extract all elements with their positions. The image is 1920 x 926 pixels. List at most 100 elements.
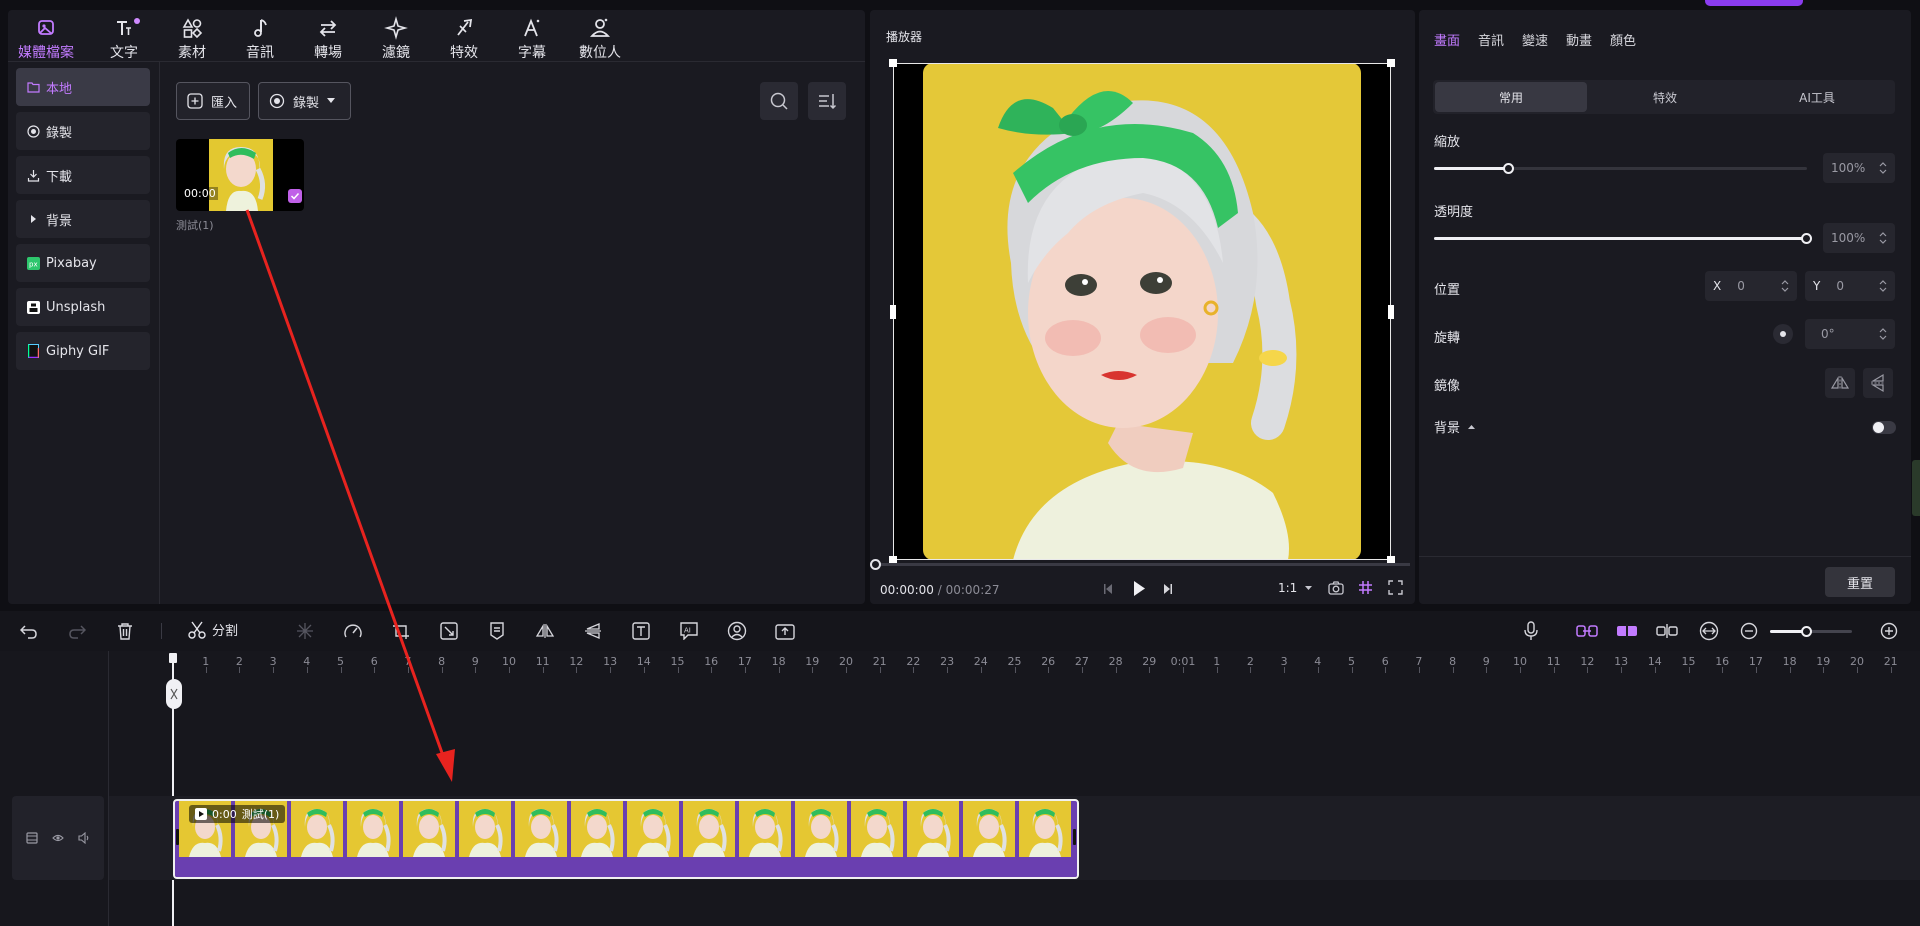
subtab-common[interactable]: 常用 [1435,82,1587,112]
opacity-input[interactable]: 100% [1823,223,1895,253]
upgrade-button[interactable] [1705,0,1803,6]
sidebar-item-unsplash[interactable]: Unsplash [16,288,150,326]
undo-button[interactable] [18,620,40,642]
sidebar-item-pixabay[interactable]: px Pixabay [16,244,150,282]
export-clip-button[interactable] [774,620,796,642]
split-button[interactable]: 分割 [188,620,238,639]
tab-speed[interactable]: 變速 [1522,30,1548,49]
tab-subtitle[interactable]: 字幕 [502,16,562,62]
fullscreen-button[interactable] [1388,580,1403,595]
prev-frame-button[interactable] [1102,582,1114,596]
tab-text[interactable]: 文字 [94,16,154,62]
background-section-header[interactable]: 背景 [1434,417,1476,436]
snapshot-button[interactable] [1328,581,1344,595]
aspect-ratio-dropdown[interactable]: 1:1 [1278,581,1313,595]
video-preview[interactable] [889,59,1395,564]
track-settings-button[interactable] [26,832,38,844]
rotation-input[interactable]: 0° [1805,319,1895,349]
scale-slider-knob[interactable] [1502,163,1514,174]
scale-input[interactable]: 100% [1823,153,1895,183]
resize-handle[interactable] [1387,59,1395,67]
next-frame-button[interactable] [1162,582,1174,596]
crop-button[interactable] [390,620,412,642]
add-text-button[interactable] [630,620,652,642]
sidebar-item-background[interactable]: 背景 [16,200,150,238]
tab-animation[interactable]: 動畫 [1566,30,1592,49]
flip-button[interactable] [582,620,604,642]
grid-toggle-button[interactable] [1358,580,1373,595]
tab-digital-human[interactable]: 數位人 [570,16,630,62]
flip-horizontal-button[interactable] [1825,368,1855,398]
sidebar-item-record[interactable]: 錄製 [16,112,150,150]
media-item-thumbnail[interactable]: 00:00 [176,139,304,211]
subtab-ai-tools[interactable]: AI工具 [1741,82,1893,112]
track-visibility-button[interactable] [52,832,64,844]
transform-frame[interactable] [893,63,1391,560]
video-clip[interactable]: 0:00 測試(1) [173,799,1079,879]
zoom-slider-knob[interactable] [1800,626,1812,637]
play-button[interactable] [1132,580,1146,597]
opacity-slider[interactable] [1434,233,1812,244]
clip-trim-right-handle[interactable] [1073,829,1076,845]
sort-button[interactable] [808,82,846,120]
ruler-tick-label: 10 [502,655,516,668]
flip-vertical-icon [1870,373,1886,393]
media-item-checkbox[interactable] [288,189,302,203]
speed-button[interactable] [342,620,364,642]
freeze-button[interactable] [294,620,316,642]
mark-button[interactable] [486,620,508,642]
subtab-effects[interactable]: 特效 [1589,82,1741,112]
reset-button[interactable]: 重置 [1825,567,1895,597]
resize-button[interactable] [438,620,460,642]
split-track-button[interactable] [1656,620,1678,642]
track-mute-button[interactable] [78,832,90,844]
rotation-dial[interactable] [1773,324,1793,344]
search-button[interactable] [760,82,798,120]
tab-color[interactable]: 顏色 [1610,30,1636,49]
zoom-in-button[interactable] [1878,620,1900,642]
tab-audio[interactable]: 音訊 [1478,30,1504,49]
playback-scrubber[interactable] [876,563,1410,566]
fit-timeline-button[interactable] [1698,620,1720,642]
import-button[interactable]: 匯入 [176,82,250,120]
side-widget-handle[interactable] [1912,460,1920,516]
sidebar-item-local[interactable]: 本地 [16,68,150,106]
timeline-zoom-slider[interactable] [1770,626,1852,637]
face-button[interactable] [726,620,748,642]
flip-vertical-button[interactable] [1863,368,1893,398]
delete-button[interactable] [114,620,136,642]
time-separator: / [937,583,942,597]
position-y-input[interactable]: Y 0 [1805,271,1895,301]
tab-filter[interactable]: 濾鏡 [366,16,426,62]
tab-elements[interactable]: 素材 [162,16,222,62]
ai-caption-button[interactable]: AI [678,620,700,642]
resize-handle[interactable] [889,59,897,67]
tab-audio[interactable]: 音訊 [230,16,290,62]
sidebar-item-giphy[interactable]: Giphy GIF [16,332,150,370]
record-voice-button[interactable] [1520,620,1542,642]
tab-effects[interactable]: 特效 [434,16,494,62]
playhead-handle[interactable] [169,653,177,663]
background-toggle[interactable] [1872,421,1896,434]
clip-trim-left-handle[interactable] [176,829,179,845]
tab-transition[interactable]: 轉場 [298,16,358,62]
playhead-knob[interactable] [870,559,881,570]
playhead-cut-handle[interactable] [166,679,182,709]
mirror-button[interactable] [534,620,556,642]
opacity-slider-knob[interactable] [1801,233,1812,244]
zoom-out-button[interactable] [1738,620,1760,642]
record-dropdown[interactable]: 錄製 [258,82,351,120]
sidebar-item-download[interactable]: 下載 [16,156,150,194]
resize-handle[interactable] [890,305,896,319]
time-ruler[interactable]: 1 2 3 4 5 6 7 8 9 10 11 12 13 14 15 16 17 18 19 20 21 22 23 24 2… [172,651,1920,673]
resize-handle[interactable] [1388,305,1394,319]
new-badge [134,18,140,24]
magnet-button[interactable] [1616,620,1638,642]
divider [108,651,109,926]
tab-media-files[interactable]: 媒體檔案 [16,16,76,62]
scale-slider[interactable] [1434,163,1807,174]
link-button[interactable] [1576,620,1598,642]
position-x-input[interactable]: X 0 [1705,271,1797,301]
tab-picture[interactable]: 畫面 [1434,30,1460,49]
redo-button[interactable] [66,620,88,642]
